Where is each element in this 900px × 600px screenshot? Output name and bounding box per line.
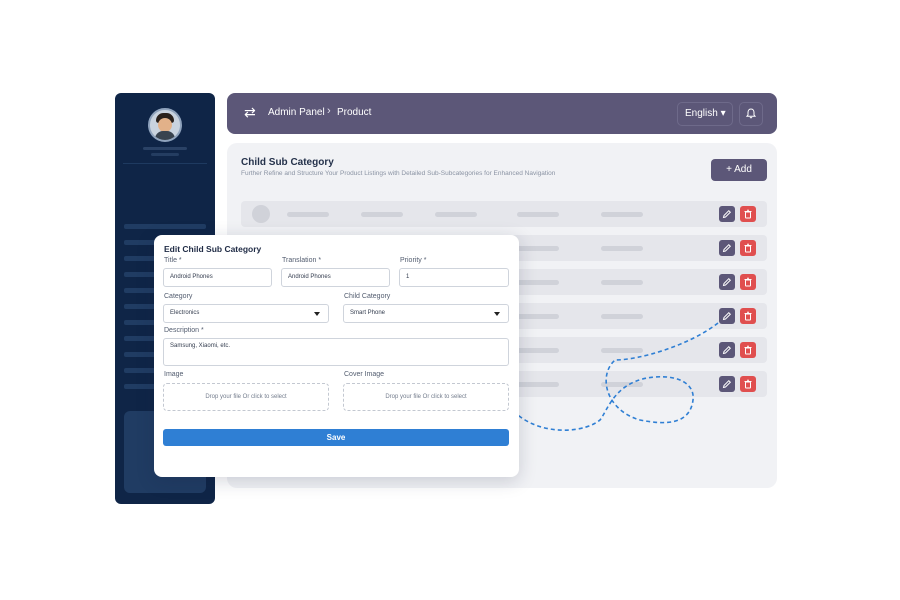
- priority-input[interactable]: 1: [399, 268, 509, 287]
- priority-label: Priority *: [400, 257, 427, 264]
- save-button[interactable]: Save: [163, 429, 509, 446]
- child-category-select[interactable]: Smart Phone: [343, 304, 509, 323]
- cover-image-dropzone[interactable]: Drop your file Or click to select: [343, 383, 509, 411]
- description-label: Description *: [164, 327, 204, 334]
- child-category-label: Child Category: [344, 293, 391, 300]
- modal-title: Edit Child Sub Category: [164, 244, 262, 254]
- edit-child-sub-category-modal: Edit Child Sub Category Title * Android …: [154, 235, 519, 477]
- image-label: Image: [164, 371, 184, 378]
- category-select[interactable]: Electronics: [163, 304, 329, 323]
- translation-input[interactable]: Android Phones: [281, 268, 390, 287]
- description-textarea[interactable]: Samsung, Xiaomi, etc.: [163, 338, 509, 366]
- child-category-value: Smart Phone: [350, 310, 386, 316]
- chevron-down-icon: [494, 312, 500, 316]
- chevron-down-icon: [314, 312, 320, 316]
- category-value: Electronics: [170, 310, 200, 316]
- translation-label: Translation *: [282, 257, 322, 264]
- title-label: Title *: [164, 257, 182, 264]
- title-input[interactable]: Android Phones: [163, 268, 272, 287]
- cover-image-label: Cover Image: [344, 371, 385, 378]
- image-dropzone[interactable]: Drop your file Or click to select: [163, 383, 329, 411]
- category-label: Category: [164, 293, 193, 300]
